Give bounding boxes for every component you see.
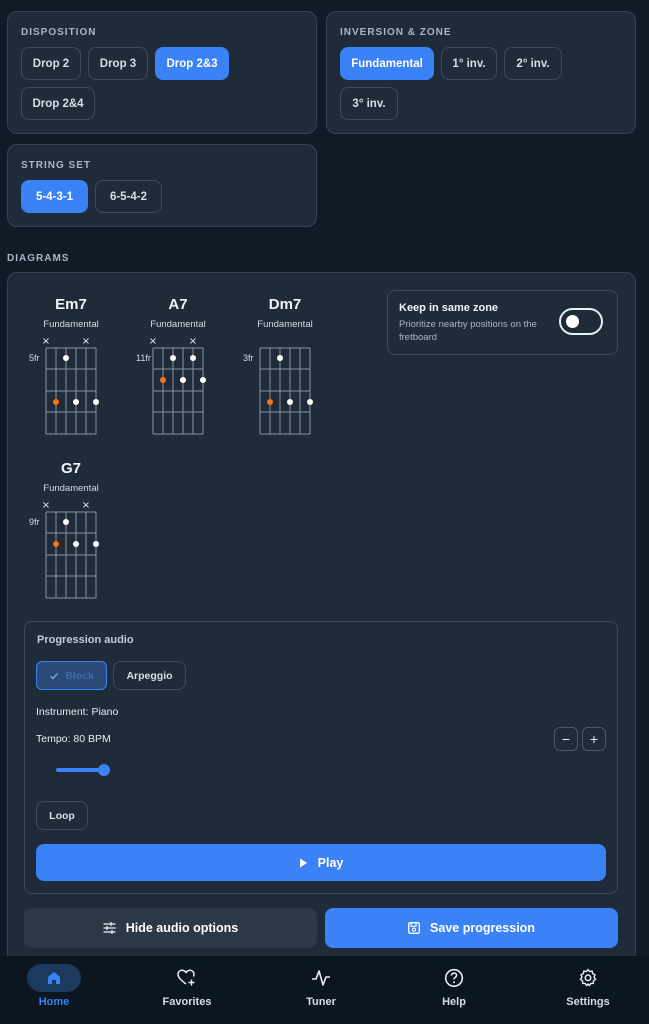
help-icon [427,964,481,992]
chip-6542[interactable]: 6-5-4-2 [95,180,162,213]
chip-2nd-inv[interactable]: 2° inv. [504,47,562,80]
slider-fill [56,768,104,772]
bottom-nav: Home Favorites Tuner Help Settings [0,956,649,1024]
disposition-title: DISPOSITION [21,27,97,38]
mode-block-label: Block [65,669,94,682]
hide-audio-options-label: Hide audio options [125,921,239,935]
home-icon [27,964,81,992]
tempo-label: Tempo: 80 BPM [36,733,111,745]
check-icon [50,672,59,679]
loop-button[interactable]: Loop [36,801,88,830]
chord-diagram-a7: × × [149,336,206,435]
chip-3rd-inv[interactable]: 3° inv. [340,87,398,120]
root-dot [53,541,59,547]
nav-settings-label: Settings [566,996,610,1008]
chord-inversion: Fundamental [43,483,99,494]
chord-diagram-g7: × × [42,500,99,599]
nav-home-label: Home [38,996,70,1008]
chord-name: G7 [60,460,81,477]
mute-marker: × [189,336,197,347]
fret-label: 5fr [29,353,40,363]
chip-5431[interactable]: 5-4-3-1 [21,180,88,213]
mute-marker: × [149,336,157,347]
note-dot [287,399,293,405]
chip-1st-inv[interactable]: 1° inv. [441,47,497,80]
chord-inversion: Fundamental [257,319,313,330]
keep-zone-description: Prioritize nearby positions on the fretb… [399,319,537,343]
note-dot [170,355,176,361]
keep-zone-toggle[interactable] [559,308,603,335]
note-dot [63,355,69,361]
play-label: Play [317,855,344,870]
nav-home[interactable]: Home [9,964,99,1020]
chip-fundamental[interactable]: Fundamental [340,47,434,80]
save-progression-button[interactable]: Save progression [325,908,618,948]
string-set-title: STRING SET [21,160,92,171]
nav-help[interactable]: Help [409,964,499,1020]
chord-name: A7 [168,296,188,313]
diagrams-title: DIAGRAMS [7,253,70,264]
root-dot [267,399,273,405]
play-button[interactable]: Play [36,844,606,881]
mute-marker: × [42,336,50,347]
chip-drop-2-3[interactable]: Drop 2&3 [155,47,229,80]
note-dot [200,377,206,383]
tempo-increase-button[interactable]: + [582,727,606,751]
gear-icon [561,964,615,992]
note-dot [73,399,79,405]
instrument-label: Instrument: Piano [36,706,119,718]
note-dot [277,355,283,361]
save-icon [408,922,420,934]
chip-drop-3[interactable]: Drop 3 [88,47,148,80]
waveform-icon [294,964,348,992]
tempo-slider[interactable] [56,763,144,777]
play-icon [299,858,307,867]
hide-audio-options-button[interactable]: Hide audio options [24,908,317,948]
note-dot [307,399,313,405]
root-dot [160,377,166,383]
chord-diagram-dm7 [259,347,313,435]
slider-thumb[interactable] [97,764,110,776]
mute-marker: × [42,500,50,511]
nav-favorites[interactable]: Favorites [142,964,232,1020]
nav-tuner-label: Tuner [306,996,336,1008]
note-dot [63,519,69,525]
note-dot [93,541,99,547]
chord-inversion: Fundamental [43,319,99,330]
inversion-title: INVERSION & ZONE [340,27,452,38]
mode-block-button[interactable]: Block [36,661,107,690]
fret-label: 9fr [29,517,40,527]
mode-arpeggio-button[interactable]: Arpeggio [113,661,186,690]
nav-tuner[interactable]: Tuner [276,964,366,1020]
toggle-knob [566,315,579,328]
chip-drop-2[interactable]: Drop 2 [21,47,81,80]
nav-settings[interactable]: Settings [543,964,633,1020]
note-dot [190,355,196,361]
root-dot [53,399,59,405]
heart-plus-icon [160,964,214,992]
mute-marker: × [82,336,90,347]
note-dot [73,541,79,547]
keep-zone-title: Keep in same zone [399,302,499,314]
chip-drop-2-4[interactable]: Drop 2&4 [21,87,95,120]
mute-marker: × [82,500,90,511]
nav-help-label: Help [442,996,466,1008]
nav-favorites-label: Favorites [162,996,212,1008]
chord-inversion: Fundamental [150,319,206,330]
chord-diagram-em7: × × [42,336,99,435]
save-progression-label: Save progression [430,921,535,935]
chord-name: Dm7 [268,296,302,313]
chord-name: Em7 [55,296,87,313]
note-dot [180,377,186,383]
fret-label: 3fr [243,353,254,363]
note-dot [93,399,99,405]
sliders-icon [103,922,116,934]
tempo-decrease-button[interactable]: − [554,727,578,751]
audio-title: Progression audio [37,634,134,646]
